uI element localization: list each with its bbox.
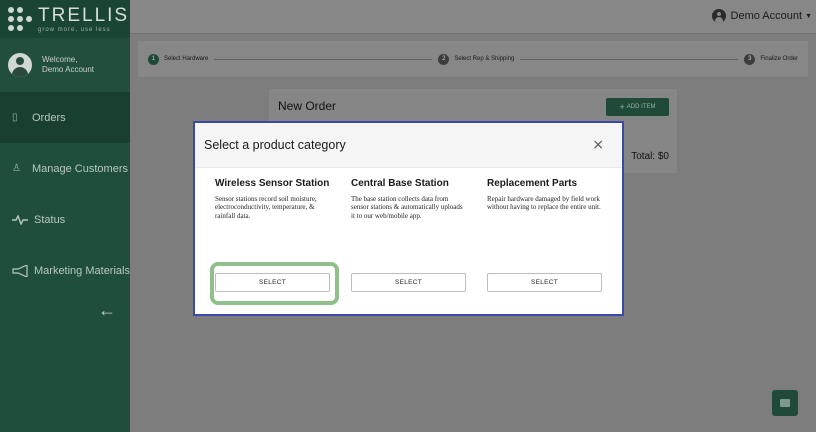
order-total: Total: $0 [631, 151, 669, 162]
account-menu[interactable]: Demo Account ▼ [711, 9, 812, 23]
product-category-modal: Select a product category × Wireless Sen… [193, 121, 624, 316]
logo-name: TRELLIS [38, 4, 130, 26]
category-wireless-sensor-station: Wireless Sensor Station Sensor stations … [215, 178, 331, 220]
modal-title: Select a product category [204, 138, 346, 152]
trellis-logo-icon [8, 7, 34, 31]
sidebar-item-label: Marketing Materials [34, 264, 130, 277]
sidebar-item-orders[interactable]: ▯ Orders [0, 92, 130, 143]
modal-header: Select a product category × [195, 123, 622, 168]
chevron-down-icon: ▼ [805, 12, 812, 20]
sidebar-item-marketing-materials[interactable]: Marketing Materials [0, 245, 130, 296]
arrow-left-icon[interactable]: ← [98, 300, 116, 321]
step-divider [520, 58, 739, 60]
add-item-label: ADD ITEM [626, 104, 656, 110]
close-icon[interactable]: × [592, 137, 604, 153]
step-select-rep-shipping: 2 Select Rep & Shipping [438, 53, 515, 65]
person-icon: ♙ [12, 163, 21, 174]
category-description: Sensor stations record soil moisture, el… [215, 195, 317, 220]
account-name: Demo Account [730, 10, 803, 22]
step-label: Finalize Order [760, 56, 798, 62]
document-icon: ▯ [12, 112, 18, 123]
sidebar-item-label: Manage Customers [32, 162, 128, 175]
sidebar-item-label: Status [34, 213, 66, 226]
welcome-block: Welcome, Demo Account [0, 38, 130, 92]
order-stepper: 1 Select Hardware 2 Select Rep & Shippin… [138, 41, 808, 77]
select-wireless-sensor-station-button[interactable]: SELECT [215, 273, 330, 292]
category-title: Replacement Parts [487, 178, 578, 189]
select-central-base-station-button[interactable]: SELECT [351, 273, 466, 292]
step-number: 1 [148, 53, 159, 65]
add-item-button[interactable]: + ADD ITEM [606, 98, 669, 116]
step-label: Select Hardware [164, 56, 209, 62]
category-title: Wireless Sensor Station [215, 178, 330, 189]
select-replacement-parts-button[interactable]: SELECT [487, 273, 602, 292]
step-select-hardware: 1 Select Hardware [148, 53, 209, 65]
step-number: 3 [744, 53, 756, 65]
step-label: Select Rep & Shipping [454, 56, 515, 62]
top-bar: Demo Account ▼ [130, 0, 816, 34]
sidebar-item-status[interactable]: Status [0, 194, 130, 245]
category-replacement-parts: Replacement Parts Repair hardware damage… [487, 178, 603, 212]
order-title: New Order [278, 99, 337, 113]
category-description: Repair hardware damaged by field work wi… [487, 195, 601, 212]
step-finalize-order: 3 Finalize Order [744, 53, 798, 65]
sidebar-item-manage-customers[interactable]: ♙ Manage Customers [0, 143, 130, 194]
welcome-line: Welcome, [42, 55, 78, 64]
category-central-base-station: Central Base Station The base station co… [351, 178, 467, 220]
sidebar: TRELLIS grow more, use less Welcome, Dem… [0, 0, 130, 432]
step-number: 2 [438, 53, 450, 65]
avatar [8, 53, 32, 77]
megaphone-icon [12, 264, 34, 277]
sidebar-item-label: Orders [32, 111, 66, 124]
account-icon [711, 9, 726, 23]
welcome-user: Demo Account [42, 65, 95, 74]
logo[interactable]: TRELLIS grow more, use less [0, 0, 130, 38]
plus-icon: + [619, 102, 625, 112]
category-description: The base station collects data from sens… [351, 195, 463, 220]
step-divider [214, 58, 433, 60]
chat-icon [780, 399, 790, 407]
pulse-icon [12, 214, 34, 225]
logo-tagline: grow more, use less [38, 26, 111, 33]
category-title: Central Base Station [351, 178, 449, 189]
chat-button[interactable] [772, 390, 798, 416]
